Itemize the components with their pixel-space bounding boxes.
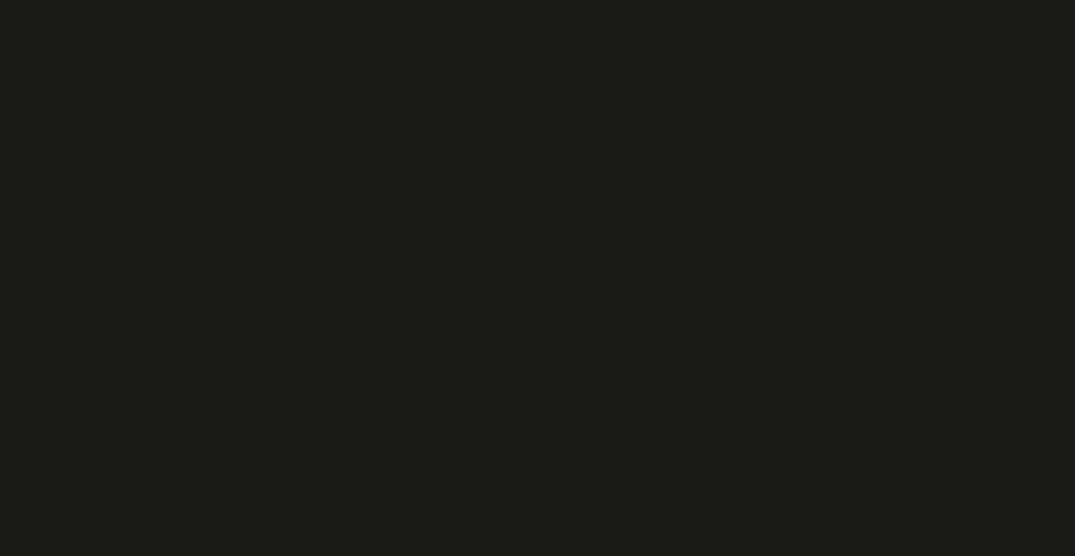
tier-list-board xyxy=(0,0,1075,556)
